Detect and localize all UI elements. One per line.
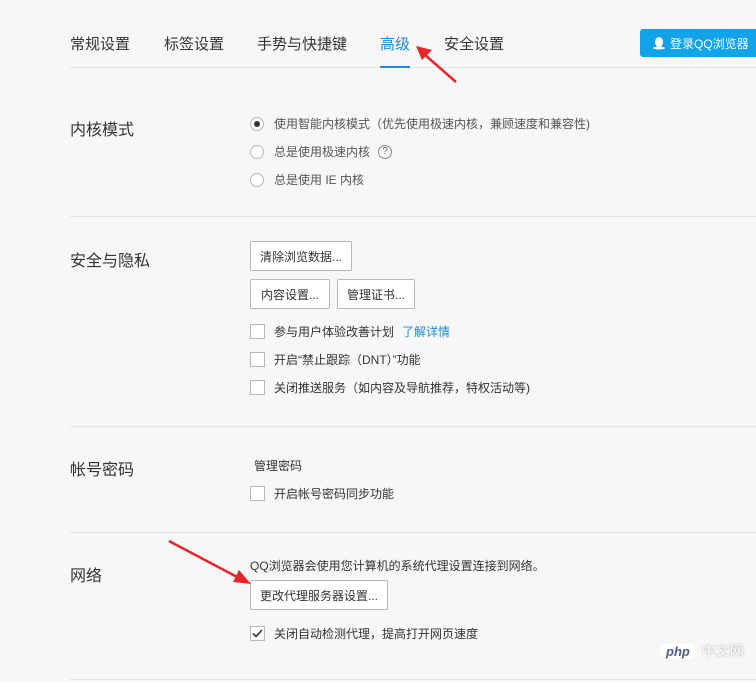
watermark: php 中文网 — [660, 640, 744, 662]
section-divider — [70, 426, 756, 427]
help-icon[interactable]: ? — [378, 144, 393, 159]
check-label: 开启“禁止跟踪（DNT）”功能 — [274, 353, 421, 367]
check-label: 参与用户体验改善计划 — [274, 325, 395, 339]
tab-general[interactable]: 常规设置 — [70, 33, 130, 54]
watermark-text: 中文网 — [701, 643, 744, 659]
content-settings-button[interactable]: 内容设置... — [250, 279, 330, 309]
tab-tabs[interactable]: 标签设置 — [164, 33, 224, 54]
penguin-icon — [653, 37, 665, 50]
section-divider — [70, 216, 756, 217]
annotation-arrow-icon — [168, 539, 251, 584]
account-section-title: 帐号密码 — [70, 462, 135, 479]
radio-label: 使用智能内核模式（优先使用极速内核，兼顾速度和兼容性) — [274, 117, 590, 131]
active-tab-indicator — [380, 66, 410, 68]
radio-smart-kernel[interactable]: 使用智能内核模式（优先使用极速内核，兼顾速度和兼容性) — [250, 115, 590, 132]
radio-ie-kernel[interactable]: 总是使用 IE 内核 — [250, 171, 364, 188]
checkbox[interactable] — [250, 352, 265, 367]
check-label: 关闭推送服务（如内容及导航推荐，特权活动等) — [274, 381, 530, 395]
check-dnt[interactable]: 开启“禁止跟踪（DNT）”功能 — [250, 351, 421, 368]
check-label: 开启帐号密码同步功能 — [274, 487, 395, 501]
manage-passwords-link[interactable]: 管理密码 — [254, 457, 302, 474]
network-section-title: 网络 — [70, 568, 103, 585]
radio-button[interactable] — [250, 144, 264, 159]
checkbox[interactable] — [250, 486, 265, 501]
check-ux-program[interactable]: 参与用户体验改善计划 了解详情 — [250, 323, 450, 340]
section-divider — [70, 532, 756, 533]
radio-button[interactable] — [250, 116, 264, 131]
watermark-php-logo: php — [660, 643, 696, 659]
checkbox[interactable] — [250, 380, 265, 395]
tab-security[interactable]: 安全设置 — [444, 33, 504, 54]
checkbox[interactable] — [250, 324, 265, 339]
checkmark-icon — [252, 629, 263, 638]
check-password-sync[interactable]: 开启帐号密码同步功能 — [250, 485, 394, 502]
checkbox-checked[interactable] — [250, 626, 265, 641]
tab-advanced[interactable]: 高级 — [380, 33, 410, 54]
learn-more-link[interactable]: 了解详情 — [402, 323, 450, 340]
kernel-section-title: 内核模式 — [70, 122, 135, 139]
network-description: QQ浏览器会使用您计算机的系统代理设置连接到网络。 — [250, 559, 545, 573]
radio-label: 总是使用极速内核 — [274, 145, 371, 159]
tab-gestures-shortcuts[interactable]: 手势与快捷键 — [257, 33, 347, 54]
check-auto-detect-proxy[interactable]: 关闭自动检测代理，提高打开网页速度 — [250, 625, 478, 642]
clear-browsing-data-button[interactable]: 清除浏览数据... — [250, 241, 352, 271]
radio-button[interactable] — [250, 172, 264, 187]
radio-label: 总是使用 IE 内核 — [274, 173, 365, 187]
manage-certificates-button[interactable]: 管理证书... — [337, 279, 415, 309]
login-qq-browser-button[interactable]: 登录QQ浏览器 — [640, 29, 756, 57]
radio-speed-kernel[interactable]: 总是使用极速内核 ? — [250, 143, 393, 160]
login-label: 登录QQ浏览器 — [670, 36, 749, 51]
privacy-section-title: 安全与隐私 — [70, 253, 151, 270]
check-label: 关闭自动检测代理，提高打开网页速度 — [274, 627, 479, 641]
change-proxy-settings-button[interactable]: 更改代理服务器设置... — [250, 580, 388, 610]
check-push-service[interactable]: 关闭推送服务（如内容及导航推荐，特权活动等) — [250, 379, 530, 396]
section-divider — [70, 679, 756, 680]
